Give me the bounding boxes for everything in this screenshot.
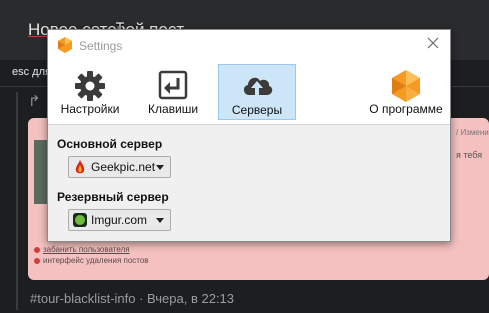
hint-text: esc для: [12, 66, 51, 78]
list-item: интерфейс удаления постов: [34, 256, 149, 265]
tab-servers[interactable]: Серверы: [218, 64, 296, 120]
tab-about-label: О программе: [369, 102, 443, 116]
backup-server-label: Резервный сервер: [57, 190, 169, 204]
status-dot-icon: [34, 257, 40, 264]
servers-panel: Основной сервер Geekpic.net Резервный се…: [48, 125, 450, 241]
thread-line: [16, 92, 18, 310]
primary-server-value: Geekpic.net: [91, 160, 156, 174]
app-logo-icon: [392, 70, 420, 102]
gear-icon: [75, 71, 105, 101]
keyboard-enter-icon: [158, 70, 188, 100]
primary-server-label: Основной сервер: [57, 137, 163, 151]
list-item[interactable]: забанить пользователя: [34, 245, 130, 254]
card-right-text-1: / Измени: [456, 128, 489, 137]
status-dot-icon: [34, 246, 40, 253]
backup-server-select[interactable]: Imgur.com: [68, 209, 171, 231]
tab-general-label: Настройки: [60, 102, 120, 116]
post-footer: #tour-blacklist-info · Вчера, в 22:13: [30, 291, 235, 306]
tab-hotkeys-label: Клавиши: [147, 102, 199, 116]
settings-toolbar: Настройки Клавиши Серверы О программе: [48, 60, 450, 124]
tab-hotkeys[interactable]: Клавиши: [140, 64, 206, 118]
chevron-down-icon: [156, 165, 164, 170]
card-right-text-2: я тебя: [456, 150, 483, 160]
cloud-upload-icon: [243, 77, 273, 95]
backup-server-value: Imgur.com: [91, 213, 148, 227]
geekpic-logo-icon: [75, 160, 85, 174]
tab-general[interactable]: Настройки: [57, 64, 123, 118]
app-logo-icon: [58, 37, 72, 53]
primary-server-select[interactable]: Geekpic.net: [68, 156, 171, 178]
reply-icon[interactable]: ↱: [28, 92, 41, 110]
title-bar[interactable]: Settings: [48, 30, 450, 60]
tab-about[interactable]: О программе: [366, 64, 446, 118]
close-icon[interactable]: [426, 36, 440, 50]
dialog-title: Settings: [79, 39, 123, 53]
settings-dialog: Settings Настройки Клавиши Серверы О про…: [47, 29, 451, 242]
chevron-down-icon: [156, 218, 164, 223]
tab-servers-label: Серверы: [231, 103, 283, 117]
imgur-logo-icon: [73, 213, 87, 227]
